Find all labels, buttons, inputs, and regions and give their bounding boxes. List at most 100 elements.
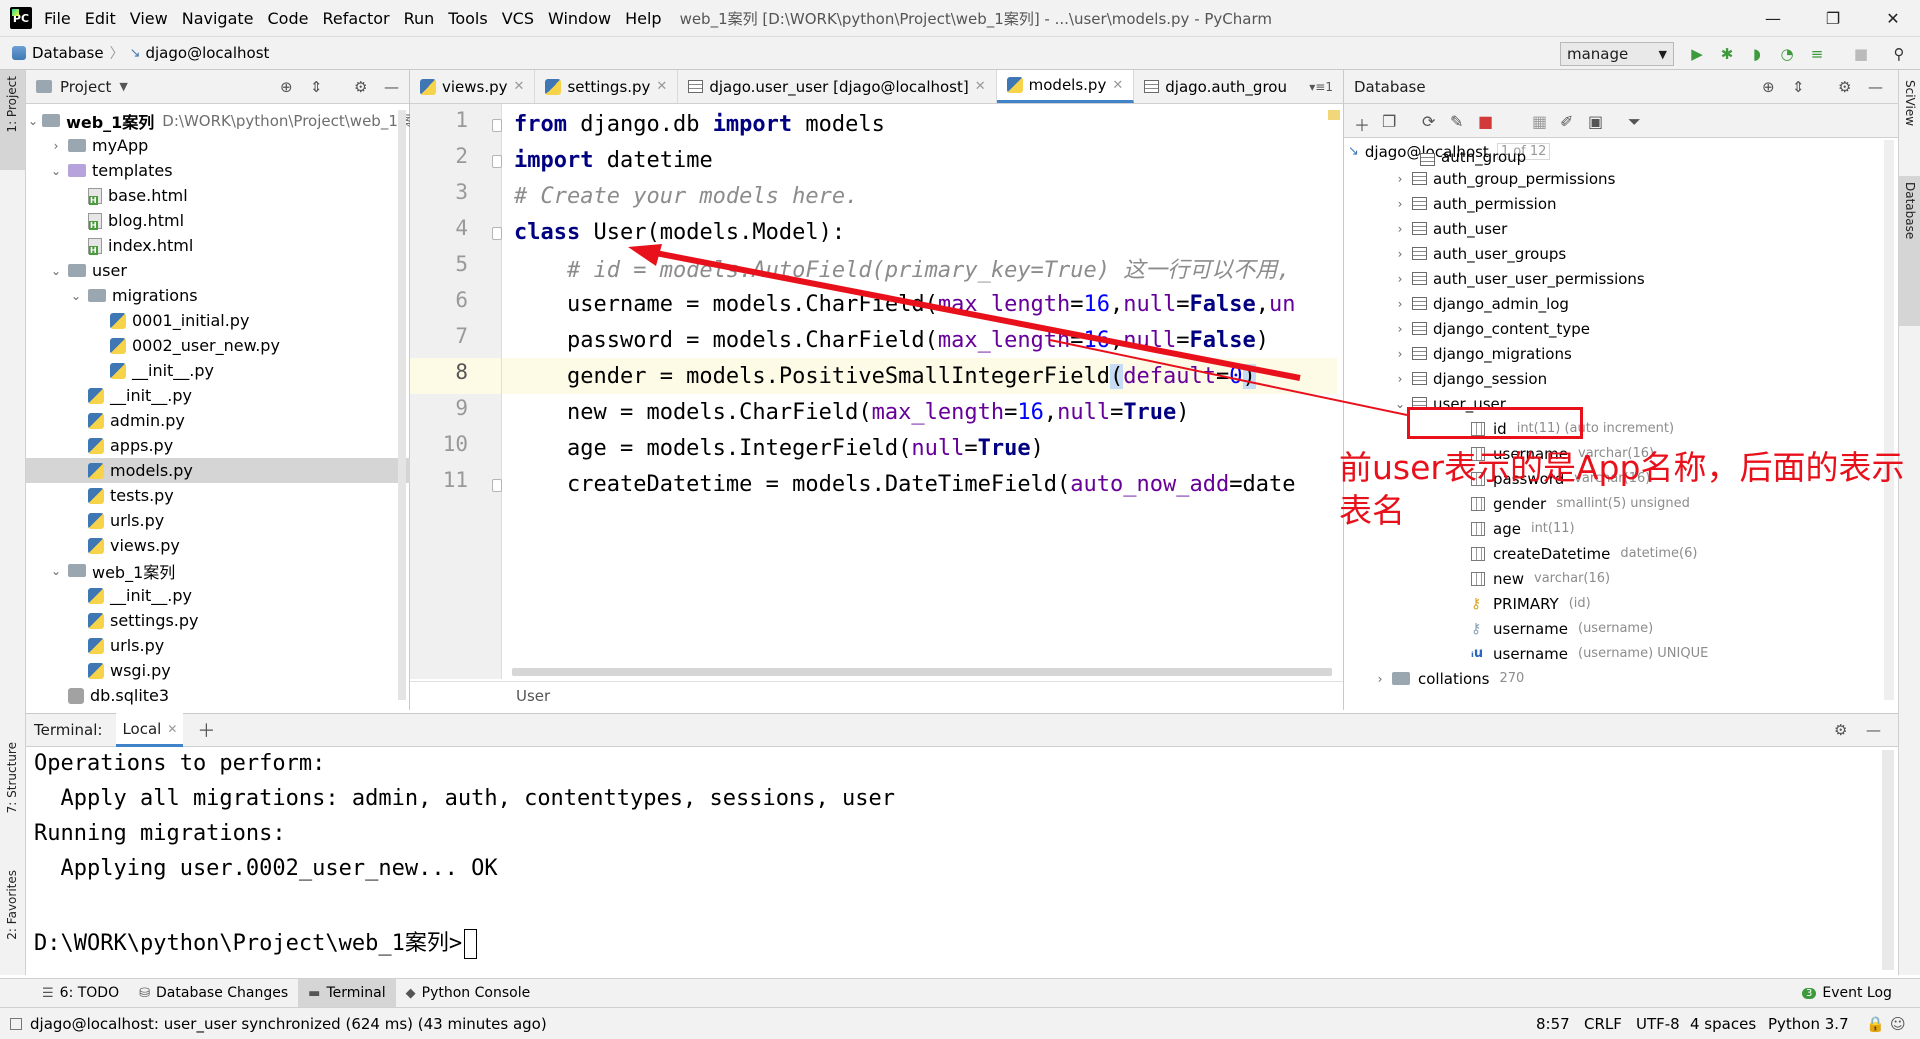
- menu-file[interactable]: File: [44, 9, 71, 28]
- db-column-new[interactable]: new varchar(16): [1344, 566, 1884, 591]
- db-index-username[interactable]: ᵢu username (username) UNIQUE: [1344, 641, 1884, 666]
- tree-item-templates[interactable]: ⌄ templates: [26, 158, 410, 183]
- editor-warning-marker[interactable]: [1328, 110, 1340, 120]
- tree-item-web1-init[interactable]: __init__.py: [26, 583, 410, 608]
- db-table-auth-permission[interactable]: › auth_permission: [1344, 191, 1884, 216]
- database-scrollbar[interactable]: [1884, 140, 1894, 700]
- chevron-down-icon[interactable]: ⌄: [48, 164, 64, 178]
- edit-icon[interactable]: ✐: [1560, 112, 1573, 131]
- tree-item-index-html[interactable]: index.html: [26, 233, 410, 258]
- tree-item-user[interactable]: ⌄ user: [26, 258, 410, 283]
- console-icon[interactable]: ▣: [1588, 112, 1603, 131]
- caret-position[interactable]: 8:57: [1536, 1015, 1570, 1033]
- add-icon[interactable]: ＋: [1354, 112, 1370, 136]
- chevron-down-icon[interactable]: ⌄: [68, 289, 84, 303]
- tree-item-urls[interactable]: urls.py: [26, 508, 410, 533]
- collapse-all-icon[interactable]: ⇕: [1792, 78, 1805, 96]
- gear-icon[interactable]: ⚙: [1834, 721, 1847, 739]
- menu-view[interactable]: View: [130, 9, 168, 28]
- tree-item-migrations-init[interactable]: __init__.py: [26, 358, 410, 383]
- minimize-icon[interactable]: —: [1750, 0, 1796, 36]
- breadcrumb-class-user[interactable]: User: [516, 687, 550, 705]
- tab-auth-group-table[interactable]: djago.auth_grou: [1134, 70, 1297, 103]
- db-table-django-migrations[interactable]: › django_migrations: [1344, 341, 1884, 366]
- inspector-icon[interactable]: ☺: [1890, 1015, 1906, 1033]
- chevron-down-icon[interactable]: ⌄: [48, 264, 64, 278]
- tree-item-db-sqlite[interactable]: db.sqlite3: [26, 683, 410, 708]
- close-tab-icon[interactable]: ✕: [975, 79, 986, 94]
- chevron-right-icon[interactable]: ›: [1392, 372, 1408, 386]
- db-table-auth-group-permissions[interactable]: › auth_group_permissions: [1344, 166, 1884, 191]
- chevron-right-icon[interactable]: ›: [1392, 322, 1408, 336]
- tree-item-migrations[interactable]: ⌄ migrations: [26, 283, 410, 308]
- chevron-down-icon[interactable]: ⌄: [48, 564, 64, 578]
- structure-tool-tab[interactable]: 7: Structure: [5, 742, 19, 813]
- db-table-auth-user[interactable]: › auth_user: [1344, 216, 1884, 241]
- gear-icon[interactable]: ⚙: [354, 78, 367, 96]
- close-tab-icon[interactable]: ✕: [1112, 78, 1123, 93]
- project-tool-tab[interactable]: 1: Project: [5, 76, 19, 133]
- stop-icon[interactable]: ■: [1852, 45, 1870, 63]
- menu-edit[interactable]: Edit: [85, 9, 116, 28]
- fold-marker-icon[interactable]: [492, 155, 502, 168]
- close-tab-icon[interactable]: ✕: [656, 79, 667, 94]
- tab-views-py[interactable]: views.py ✕: [410, 70, 536, 103]
- tree-item-views[interactable]: views.py: [26, 533, 410, 558]
- tree-item-admin[interactable]: admin.py: [26, 408, 410, 433]
- coverage-icon[interactable]: ◗: [1748, 45, 1766, 63]
- project-scrollbar[interactable]: [398, 110, 406, 700]
- database-tool-tab[interactable]: Database: [1903, 182, 1917, 239]
- menu-help[interactable]: Help: [625, 9, 661, 28]
- editor-horizontal-scrollbar[interactable]: [512, 668, 1332, 676]
- db-collations[interactable]: › collations 270: [1344, 666, 1884, 691]
- menu-window[interactable]: Window: [548, 9, 611, 28]
- menu-tools[interactable]: Tools: [448, 9, 487, 28]
- tree-item-tests[interactable]: tests.py: [26, 483, 410, 508]
- run-icon[interactable]: ▶: [1688, 45, 1706, 63]
- debug-icon[interactable]: ✱: [1718, 45, 1736, 63]
- project-panel-title[interactable]: Project: [60, 78, 111, 96]
- tree-item-settings[interactable]: settings.py: [26, 608, 410, 633]
- tab-python-console[interactable]: ◆ Python Console: [396, 979, 541, 1008]
- tree-item-user-init[interactable]: __init__.py: [26, 383, 410, 408]
- db-key-primary[interactable]: ⚷ PRIMARY (id): [1344, 591, 1884, 616]
- close-icon[interactable]: ✕: [1870, 0, 1916, 36]
- chevron-right-icon[interactable]: ›: [1372, 672, 1388, 686]
- tab-terminal-local[interactable]: Local ✕: [116, 713, 184, 747]
- status-message[interactable]: djago@localhost: user_user synchronized …: [30, 1015, 547, 1033]
- close-tab-icon[interactable]: ✕: [514, 79, 525, 94]
- tree-item-wsgi[interactable]: wsgi.py: [26, 658, 410, 683]
- collapse-all-icon[interactable]: ⇕: [310, 78, 323, 96]
- locate-icon[interactable]: ⊕: [280, 78, 293, 96]
- fold-marker-icon[interactable]: [492, 479, 502, 492]
- chevron-right-icon[interactable]: ›: [1392, 247, 1408, 261]
- tab-user-user-table[interactable]: djago.user_user [djago@localhost] ✕: [678, 70, 997, 103]
- gear-icon[interactable]: ⚙: [1838, 78, 1851, 96]
- chevron-right-icon[interactable]: ›: [1392, 347, 1408, 361]
- chevron-down-icon[interactable]: ⌄: [28, 114, 38, 128]
- locate-icon[interactable]: ⊕: [1762, 78, 1775, 96]
- event-log-button[interactable]: 3 Event Log: [1792, 979, 1902, 1008]
- menu-run[interactable]: Run: [404, 9, 435, 28]
- hide-icon[interactable]: —: [384, 78, 399, 96]
- chevron-down-icon[interactable]: ▼: [119, 80, 127, 93]
- fold-marker-icon[interactable]: [492, 119, 502, 132]
- tab-models-py[interactable]: models.py ✕: [996, 70, 1135, 103]
- lock-icon[interactable]: 🔒: [1866, 1015, 1885, 1033]
- hide-icon[interactable]: —: [1866, 721, 1881, 739]
- table-view-icon[interactable]: ▦: [1532, 112, 1547, 131]
- python-interpreter[interactable]: Python 3.7: [1768, 1015, 1849, 1033]
- db-table-django-session[interactable]: › django_session: [1344, 366, 1884, 391]
- sciview-tool-tab[interactable]: SciView: [1903, 80, 1917, 126]
- chevron-right-icon[interactable]: ›: [48, 139, 64, 153]
- chevron-right-icon[interactable]: ›: [1392, 222, 1408, 236]
- tree-item-blog-html[interactable]: blog.html: [26, 208, 410, 233]
- tree-item-web1-urls[interactable]: urls.py: [26, 633, 410, 658]
- close-tab-icon[interactable]: ✕: [167, 722, 177, 736]
- menu-navigate[interactable]: Navigate: [182, 9, 254, 28]
- toggle-tool-windows-icon[interactable]: [10, 1017, 22, 1030]
- search-icon[interactable]: ⚲: [1890, 45, 1908, 63]
- tab-database-changes[interactable]: ⛁ Database Changes: [129, 979, 298, 1008]
- tree-root[interactable]: ⌄ web_1案列 D:\WORK\python\Project\web_1案: [26, 108, 410, 133]
- breadcrumb-datasource[interactable]: djago@localhost: [145, 44, 269, 62]
